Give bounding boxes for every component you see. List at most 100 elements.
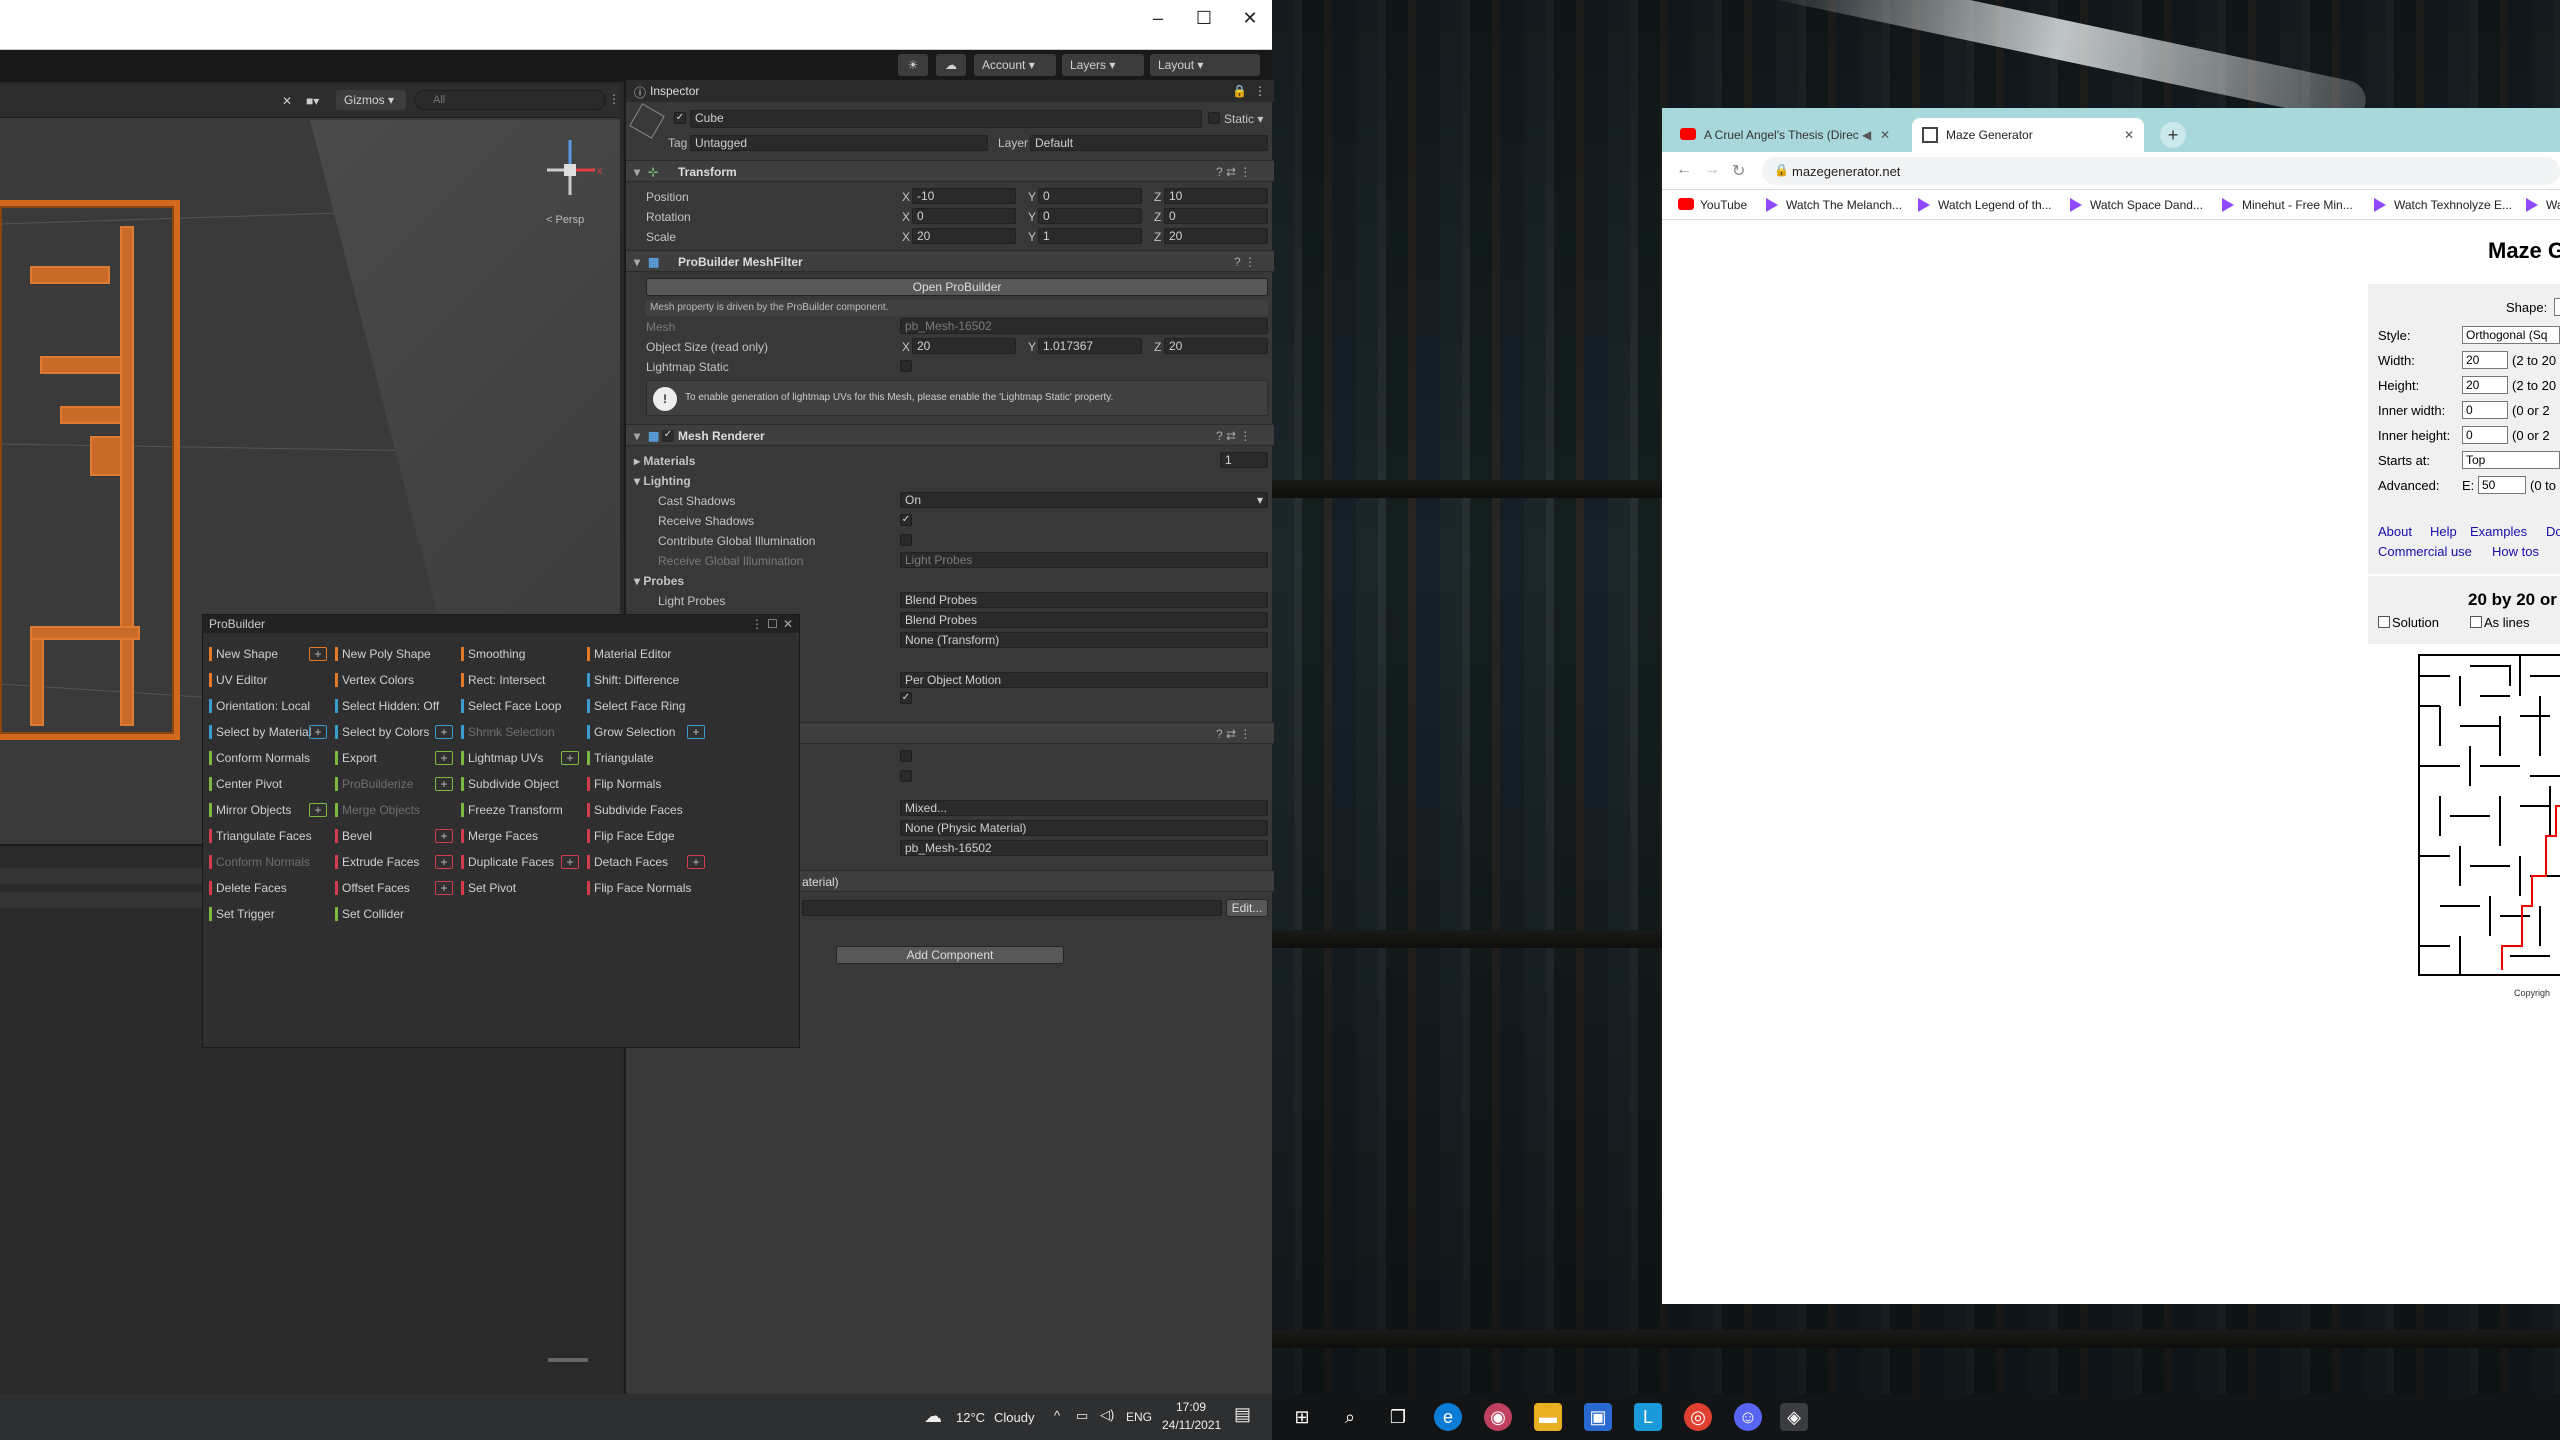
weather-desc[interactable]: Cloudy	[994, 1410, 1034, 1425]
layer-dropdown[interactable]: Default	[1030, 135, 1268, 151]
probuilder-action[interactable]: Set Pivot	[461, 879, 581, 897]
open-probuilder-button[interactable]: Open ProBuilder	[646, 278, 1268, 296]
options-plus-icon[interactable]: +	[435, 751, 453, 765]
chevron-up-icon[interactable]: ^	[1054, 1408, 1060, 1423]
probuilder-action[interactable]: Subdivide Object	[461, 775, 581, 793]
bookmark[interactable]: Watch Texhnolyze E...	[2374, 198, 2512, 212]
layout-dropdown[interactable]: Layout ▾	[1150, 54, 1260, 76]
probuilder-action[interactable]: Conform Normals	[209, 853, 329, 871]
object-name-field[interactable]: Cube	[690, 110, 1202, 128]
store-icon[interactable]: ▣	[1584, 1403, 1612, 1431]
receive-shadows-checkbox[interactable]: ✓	[900, 514, 912, 526]
unity-icon[interactable]: ◈	[1780, 1403, 1808, 1431]
options-plus-icon[interactable]: +	[687, 725, 705, 739]
lighting-foldout[interactable]: ▾ Lighting	[634, 474, 691, 488]
options-plus-icon[interactable]: +	[309, 647, 327, 661]
probuilder-action[interactable]: Flip Normals	[587, 775, 707, 793]
weather-temp[interactable]: 12°C	[956, 1410, 985, 1425]
l-app-icon[interactable]: L	[1634, 1403, 1662, 1431]
add-component-button[interactable]: Add Component	[836, 946, 1064, 964]
help-icon[interactable]: ? ⇄ ⋮	[1216, 723, 1251, 745]
probuilder-action[interactable]: New Poly Shape	[335, 645, 455, 663]
shape-dropdown[interactable]	[2554, 298, 2560, 316]
maze-image[interactable]	[2418, 654, 2560, 976]
convex-checkbox[interactable]	[900, 750, 912, 762]
tools-icon[interactable]: ✕	[282, 94, 292, 108]
help-icon[interactable]: ? ⇄ ⋮	[1216, 425, 1251, 447]
maze-field-input[interactable]: 0	[2462, 426, 2508, 444]
link-examples[interactable]: Examples	[2470, 524, 2527, 539]
probuilder-action[interactable]: Delete Faces	[209, 879, 329, 897]
options-plus-icon[interactable]: +	[435, 829, 453, 843]
probuilder-action[interactable]: Flip Face Edge	[587, 827, 707, 845]
probuilder-action[interactable]: Shift: Difference	[587, 671, 707, 689]
orientation-gizmo[interactable]: x	[535, 130, 615, 210]
dynamic-occlusion-checkbox[interactable]: ✓	[900, 692, 912, 704]
meshfilter-header[interactable]: ▾ ▦ ProBuilder MeshFilter ? ⋮	[626, 250, 1274, 272]
probuilder-action[interactable]: Rect: Intersect	[461, 671, 581, 689]
lightmap-static-checkbox[interactable]	[900, 360, 912, 372]
cooking-options-dropdown[interactable]: Mixed...	[900, 800, 1268, 816]
trigger-checkbox[interactable]	[900, 770, 912, 782]
position-z-field[interactable]: 10	[1164, 188, 1268, 204]
transform-header[interactable]: ▾ ⊹ Transform ? ⇄ ⋮	[626, 160, 1274, 182]
link-about[interactable]: About	[2378, 524, 2412, 539]
materials-foldout[interactable]: ▸ Materials	[634, 454, 695, 468]
probuilder-action[interactable]: Flip Face Normals	[587, 879, 707, 897]
maximize-icon[interactable]: ☐	[1184, 4, 1224, 32]
language-indicator[interactable]: ENG	[1126, 1410, 1152, 1424]
scene-search-input[interactable]	[414, 90, 606, 110]
scale-x-field[interactable]: 20	[912, 228, 1016, 244]
account-dropdown[interactable]: Account ▾	[974, 54, 1056, 76]
probuilder-action[interactable]: Shrink Selection	[461, 723, 581, 741]
options-plus-icon[interactable]: +	[309, 803, 327, 817]
link-how-tos[interactable]: How tos	[2492, 544, 2539, 559]
persp-label[interactable]: < Persp	[546, 214, 584, 226]
help-icon[interactable]: ? ⋮	[1234, 251, 1256, 273]
collab-icon[interactable]: ☀	[898, 54, 928, 76]
physic-material-field[interactable]: None (Physic Material)	[900, 820, 1268, 836]
file-explorer-icon[interactable]: ▬	[1534, 1403, 1562, 1431]
probuilder-action[interactable]: Set Trigger	[209, 905, 329, 923]
cloud-icon[interactable]: ☁	[936, 54, 966, 76]
maze-field-input[interactable]: 20	[2462, 376, 2508, 394]
aslines-checkbox[interactable]	[2470, 616, 2482, 628]
options-plus-icon[interactable]: +	[435, 725, 453, 739]
tab-maze-generator[interactable]: Maze Generator ✕	[1912, 118, 2144, 152]
search-icon[interactable]: ⌕	[1336, 1403, 1364, 1431]
bookmark[interactable]: Wa	[2526, 198, 2560, 212]
probuilder-action[interactable]: Triangulate Faces	[209, 827, 329, 845]
probuilder-action[interactable]: Center Pivot	[209, 775, 329, 793]
minimize-icon[interactable]: –	[1138, 4, 1178, 32]
new-tab-button[interactable]: +	[2160, 122, 2186, 148]
reload-icon[interactable]: ↻	[1732, 161, 1745, 181]
options-plus-icon[interactable]: +	[687, 855, 705, 869]
probuilder-action[interactable]: Orientation: Local	[209, 697, 329, 715]
probes-foldout[interactable]: ▾ Probes	[634, 574, 684, 588]
options-plus-icon[interactable]: +	[561, 855, 579, 869]
rotation-z-field[interactable]: 0	[1164, 208, 1268, 224]
discord-icon[interactable]: ☺	[1734, 1403, 1762, 1431]
close-icon[interactable]: ✕	[783, 615, 793, 633]
help-icon[interactable]: ? ⇄ ⋮	[1216, 161, 1251, 183]
materials-count-field[interactable]: 1	[1220, 452, 1268, 468]
bookmark[interactable]: Watch Legend of th...	[1918, 198, 2052, 212]
mesh-renderer-header[interactable]: ▾ ▦ ✓ Mesh Renderer ? ⇄ ⋮	[626, 424, 1274, 446]
probuilder-action[interactable]: Vertex Colors	[335, 671, 455, 689]
more-icon[interactable]: ⋮	[751, 615, 763, 633]
bookmark[interactable]: Minehut - Free Min...	[2222, 198, 2353, 212]
back-icon[interactable]: ←	[1676, 161, 1692, 179]
maze-3d-model[interactable]	[0, 200, 180, 740]
more-icon[interactable]: ⋮	[608, 92, 620, 106]
light-probes-dropdown[interactable]: Blend Probes	[900, 592, 1268, 608]
options-plus-icon[interactable]: +	[309, 725, 327, 739]
notification-icon[interactable]: ▤	[1234, 1404, 1251, 1425]
enabled-checkbox[interactable]: ✓	[662, 430, 674, 442]
bookmark[interactable]: Watch The Melanch...	[1766, 198, 1902, 212]
probuilder-action[interactable]: Triangulate	[587, 749, 707, 767]
probuilder-action[interactable]: Subdivide Faces	[587, 801, 707, 819]
probuilder-action[interactable]: Merge Faces	[461, 827, 581, 845]
edit-shader-button[interactable]: Edit...	[1226, 899, 1268, 917]
tab-youtube[interactable]: A Cruel Angel's Thesis (Direc ◀ ✕	[1670, 118, 1896, 152]
inspector-tab[interactable]: Inspector	[650, 84, 699, 98]
